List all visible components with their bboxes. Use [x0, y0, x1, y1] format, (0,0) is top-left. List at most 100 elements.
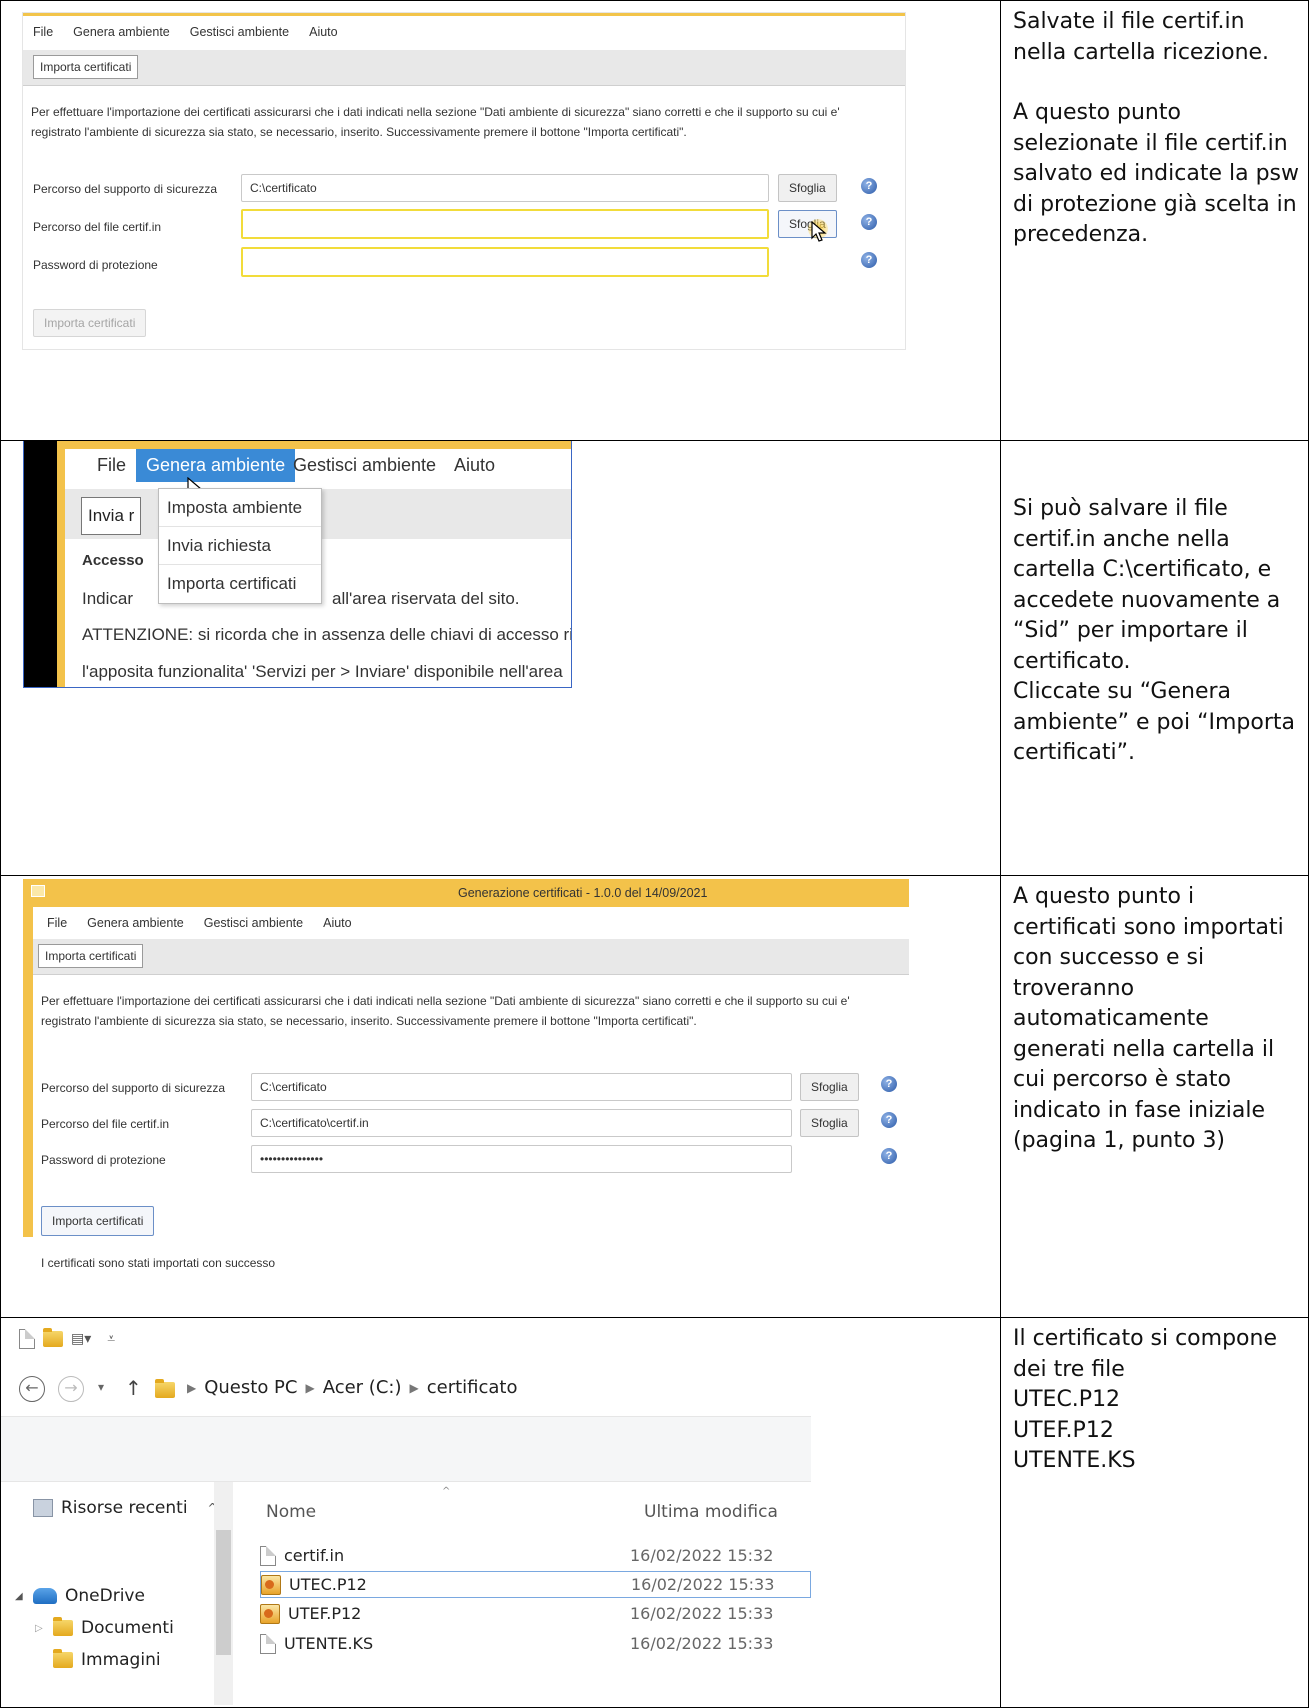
- step-row-2: Invia r File Genera ambiente Gestisci am…: [0, 440, 1309, 875]
- menu-item-importa-certificati[interactable]: Importa certificati: [159, 565, 321, 603]
- file-icon: [260, 1545, 276, 1566]
- tree-item-documenti[interactable]: ▷ Documenti: [35, 1617, 174, 1638]
- column-header-modified[interactable]: Ultima modifica: [644, 1502, 778, 1522]
- instructions-text: Per effettuare l'importazione dei certif…: [31, 105, 840, 139]
- browse-certif-button[interactable]: Sfoglia: [778, 210, 837, 238]
- help-icon[interactable]: ?: [861, 178, 877, 194]
- tab-bar: Importa certificati: [33, 939, 909, 975]
- file-name: UTEF.P12: [288, 1604, 362, 1623]
- new-folder-icon[interactable]: [43, 1328, 63, 1347]
- recent-locations-icon[interactable]: ▾: [98, 1380, 104, 1394]
- menu-aiuto[interactable]: Aiuto: [299, 25, 348, 39]
- breadcrumb-acer-c[interactable]: Acer (C:): [323, 1377, 402, 1398]
- help-icon[interactable]: ?: [861, 252, 877, 268]
- file-row[interactable]: certif.in 16/02/2022 15:32: [260, 1542, 811, 1569]
- instructions-text: Per effettuare l'importazione dei certif…: [41, 994, 850, 1028]
- browse-certif-button[interactable]: Sfoglia: [800, 1109, 859, 1137]
- body-line-3: l'apposita funzionalita' 'Servizi per > …: [82, 662, 563, 681]
- help-icon[interactable]: ?: [881, 1076, 897, 1092]
- breadcrumb-separator-icon: ▶: [409, 1380, 419, 1395]
- file-row[interactable]: UTEF.P12 16/02/2022 15:33: [260, 1600, 811, 1627]
- window-title: Generazione certificati - 1.0.0 del 14/0…: [458, 886, 708, 900]
- collapse-arrow-icon[interactable]: ◢: [15, 1591, 25, 1602]
- menu-aiuto[interactable]: Aiuto: [444, 449, 505, 482]
- navigation-pane: Risorse recenti ^ ◢ OneDrive ▷ Documenti: [1, 1482, 233, 1705]
- breadcrumb-questo-pc[interactable]: Questo PC: [204, 1377, 297, 1398]
- up-arrow-icon[interactable]: ↑: [125, 1376, 142, 1400]
- ribbon-area: [1, 1416, 811, 1482]
- customize-toolbar-icon[interactable]: ▤▾: [71, 1331, 91, 1347]
- label-password: Password di protezione: [33, 258, 158, 272]
- menu-file[interactable]: File: [87, 449, 136, 482]
- file-row-selected[interactable]: UTEC.P12 16/02/2022 15:33: [260, 1571, 811, 1598]
- nav-scrollbar[interactable]: [214, 1482, 233, 1705]
- file-list: ^ Nome Ultima modifica certif.in 16/02/2…: [246, 1482, 811, 1705]
- file-explorer-screenshot: ▤▾ ⩡ ← → ▾ ↑ ▶ Questo PC ▶ Acer (C:) ▶ c…: [1, 1320, 811, 1705]
- import-certificates-button[interactable]: Importa certificati: [33, 309, 147, 337]
- instruction-table: File Genera ambiente Gestisci ambiente A…: [0, 0, 1309, 1708]
- breadcrumb-certificato[interactable]: certificato: [427, 1377, 518, 1398]
- file-row[interactable]: UTENTE.KS 16/02/2022 15:33: [260, 1630, 811, 1657]
- security-path-input[interactable]: C:\certificato: [251, 1073, 792, 1101]
- address-bar: ← → ▾ ↑ ▶ Questo PC ▶ Acer (C:) ▶ certif…: [1, 1368, 811, 1412]
- toolbar-dropdown-icon[interactable]: ⩡: [107, 1331, 115, 1347]
- menu-genera-ambiente[interactable]: Genera ambiente: [63, 25, 180, 39]
- certificate-file-icon: [261, 1574, 281, 1595]
- menu-file[interactable]: File: [37, 916, 77, 930]
- menu-zoom-screenshot: Invia r File Genera ambiente Gestisci am…: [23, 441, 572, 688]
- tree-item-risorse-recenti[interactable]: Risorse recenti ^: [33, 1498, 218, 1518]
- menu-item-imposta-ambiente[interactable]: Imposta ambiente: [159, 489, 321, 527]
- recent-places-icon: [33, 1499, 53, 1517]
- menu-aiuto[interactable]: Aiuto: [313, 916, 362, 930]
- tree-item-label: Documenti: [81, 1618, 174, 1638]
- menu-item-invia-richiesta[interactable]: Invia richiesta: [159, 527, 321, 565]
- expand-arrow-icon[interactable]: ▷: [35, 1623, 45, 1634]
- certif-path-input[interactable]: [241, 209, 769, 239]
- menu-gestisci-ambiente[interactable]: Gestisci ambiente: [180, 25, 299, 39]
- menu-genera-ambiente[interactable]: Genera ambiente: [77, 916, 194, 930]
- file-name: certif.in: [284, 1546, 345, 1565]
- window-icon: [31, 885, 45, 897]
- menu-gestisci-ambiente[interactable]: Gestisci ambiente: [283, 449, 446, 482]
- file-date: 16/02/2022 15:32: [630, 1546, 774, 1565]
- menu-file[interactable]: File: [23, 25, 63, 39]
- column-header-name[interactable]: Nome: [266, 1502, 316, 1522]
- password-input[interactable]: [241, 247, 769, 277]
- back-button-icon[interactable]: ←: [19, 1376, 45, 1402]
- quick-access-toolbar: ▤▾ ⩡: [19, 1328, 115, 1350]
- tree-item-label: Immagini: [81, 1650, 161, 1670]
- tree-item-immagini[interactable]: Immagini: [53, 1649, 161, 1670]
- forward-button-icon[interactable]: →: [58, 1376, 84, 1402]
- properties-icon[interactable]: [19, 1329, 35, 1349]
- mouse-pointer-icon: [811, 221, 827, 242]
- screenshot-cell-3: Generazione certificati - 1.0.0 del 14/0…: [0, 876, 1001, 1317]
- tab-importa-certificati[interactable]: Importa certificati: [33, 55, 139, 79]
- import-certificates-button[interactable]: Importa certificati: [41, 1206, 155, 1236]
- tree-item-onedrive[interactable]: ◢ OneDrive: [15, 1586, 145, 1606]
- browse-security-button[interactable]: Sfoglia: [800, 1073, 859, 1101]
- breadcrumb-separator-icon: ▶: [305, 1380, 315, 1395]
- tab-bar: Importa certificati: [23, 50, 905, 86]
- file-date: 16/02/2022 15:33: [630, 1634, 774, 1653]
- screenshot-cell-4: ▤▾ ⩡ ← → ▾ ↑ ▶ Questo PC ▶ Acer (C:) ▶ c…: [0, 1318, 1001, 1707]
- menu-gestisci-ambiente[interactable]: Gestisci ambiente: [194, 916, 313, 930]
- genera-ambiente-dropdown: Imposta ambiente Invia richiesta Importa…: [158, 488, 322, 604]
- certificate-file-icon: [260, 1603, 280, 1624]
- screenshot-cell-1: File Genera ambiente Gestisci ambiente A…: [0, 1, 1001, 440]
- nav-scrollbar-thumb[interactable]: [216, 1530, 231, 1655]
- certif-path-input[interactable]: C:\certificato\certif.in: [251, 1109, 792, 1137]
- password-input[interactable]: •••••••••••••••: [251, 1145, 792, 1173]
- help-icon[interactable]: ?: [881, 1112, 897, 1128]
- folder-icon: [155, 1379, 175, 1398]
- menu-genera-ambiente[interactable]: Genera ambiente: [136, 449, 296, 482]
- step-4-description: Il certificato si compone dei tre file U…: [1001, 1318, 1309, 1707]
- section-heading: Accesso: [82, 552, 144, 569]
- help-icon[interactable]: ?: [861, 214, 877, 230]
- tab-importa-certificati[interactable]: Importa certificati: [38, 944, 144, 968]
- tree-item-label: Risorse recenti: [61, 1498, 188, 1518]
- menu-bar: File Genera ambiente Gestisci ambiente A…: [37, 909, 909, 937]
- help-icon[interactable]: ?: [881, 1148, 897, 1164]
- browse-security-button[interactable]: Sfoglia: [778, 174, 837, 202]
- security-path-input[interactable]: C:\certificato: [241, 174, 769, 202]
- label-certif-path: Percorso del file certif.in: [33, 220, 162, 234]
